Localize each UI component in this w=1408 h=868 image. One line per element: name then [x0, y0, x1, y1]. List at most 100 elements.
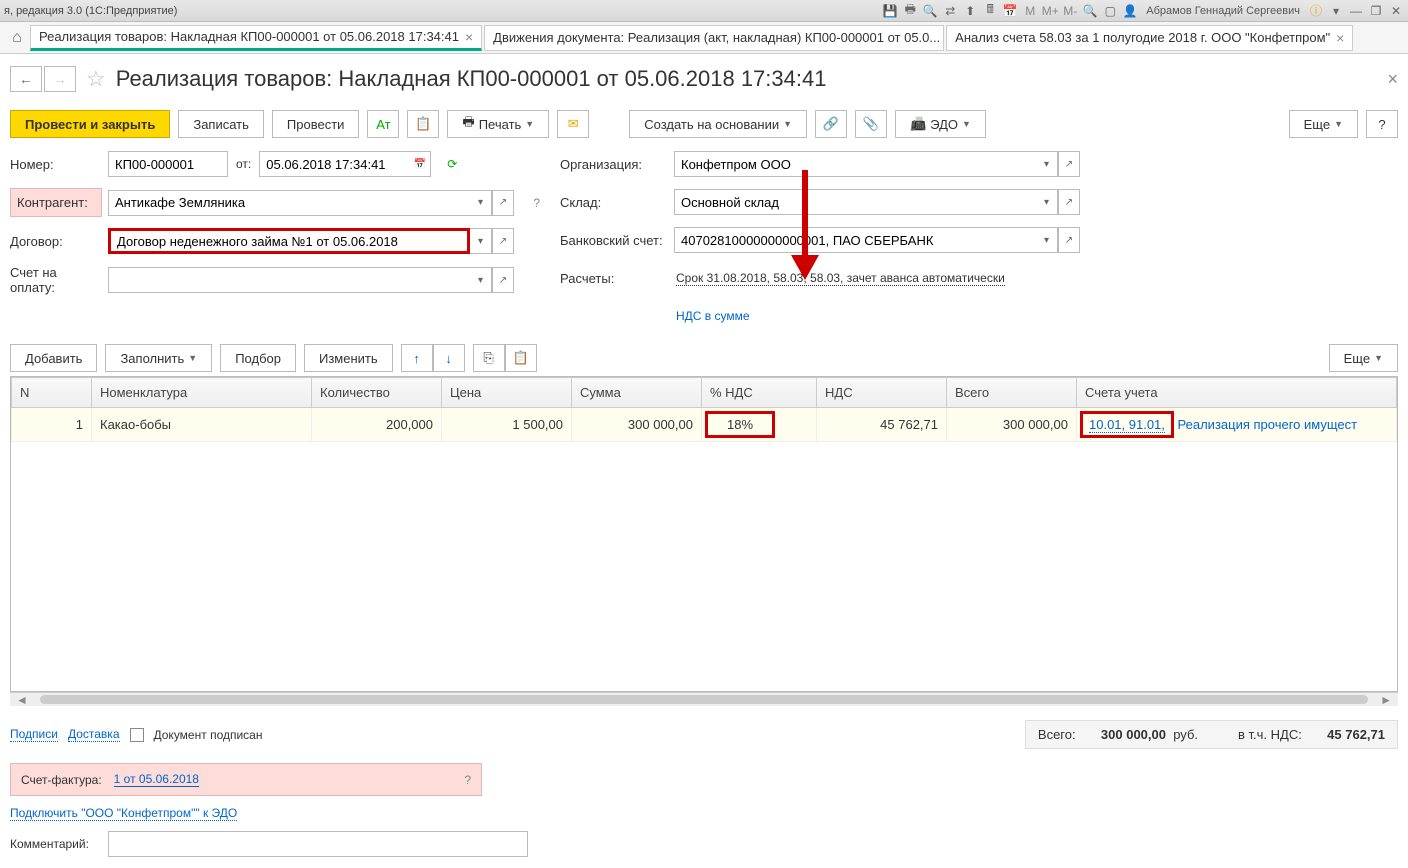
- calendar-icon[interactable]: 📅: [1002, 3, 1018, 19]
- col-price[interactable]: Цена: [442, 378, 572, 408]
- minimize-icon[interactable]: —: [1348, 3, 1364, 19]
- counterparty-input[interactable]: [108, 190, 470, 216]
- cell-nomen[interactable]: Какао-бобы: [92, 408, 312, 442]
- open-icon[interactable]: ↗: [492, 267, 514, 293]
- compare-icon[interactable]: ⇄: [942, 3, 958, 19]
- close-window-icon[interactable]: ✕: [1388, 3, 1404, 19]
- dropdown-icon[interactable]: ▾: [1036, 189, 1058, 215]
- open-icon[interactable]: ↗: [492, 228, 514, 254]
- col-sum[interactable]: Сумма: [572, 378, 702, 408]
- tab-close-icon[interactable]: ×: [465, 29, 473, 45]
- dropdown-icon[interactable]: ▾: [1036, 227, 1058, 253]
- change-button[interactable]: Изменить: [304, 344, 393, 372]
- open-icon[interactable]: ↗: [1058, 151, 1080, 177]
- dropdown-icon[interactable]: ▾: [1036, 151, 1058, 177]
- comment-input[interactable]: [108, 831, 528, 857]
- dropdown-icon[interactable]: ▾: [470, 267, 492, 293]
- structure-icon[interactable]: 📋: [407, 110, 439, 138]
- invoice-help-icon[interactable]: ?: [464, 773, 471, 787]
- nav-forward-button[interactable]: →: [44, 66, 76, 92]
- help-field-icon[interactable]: ?: [527, 196, 540, 210]
- refresh-icon[interactable]: ⟳: [437, 157, 457, 171]
- bank-input[interactable]: [674, 227, 1036, 253]
- paste-icon[interactable]: 📋: [505, 344, 537, 372]
- signatures-link[interactable]: Подписи: [10, 727, 58, 742]
- add-button[interactable]: Добавить: [10, 344, 97, 372]
- invoice-link[interactable]: 1 от 05.06.2018: [114, 772, 199, 787]
- col-qty[interactable]: Количество: [312, 378, 442, 408]
- col-accounts[interactable]: Счета учета: [1077, 378, 1397, 408]
- connect-edo-link[interactable]: Подключить "ООО "Конфетпром"" к ЭДО: [10, 806, 237, 821]
- number-input[interactable]: [108, 151, 228, 177]
- col-n[interactable]: N: [12, 378, 92, 408]
- warehouse-input[interactable]: [674, 189, 1036, 215]
- more-button[interactable]: Еще ▼: [1289, 110, 1358, 138]
- edo-button[interactable]: 📠 ЭДО ▼: [895, 110, 986, 138]
- doc-state-icon[interactable]: Ат: [367, 110, 399, 138]
- min-dropdown-icon[interactable]: ▾: [1328, 3, 1344, 19]
- nav-back-button[interactable]: ←: [10, 66, 42, 92]
- help-icon[interactable]: ?: [1366, 110, 1398, 138]
- calculator-icon[interactable]: 🖩: [982, 3, 998, 19]
- memory-mminus-icon[interactable]: M-: [1062, 3, 1078, 19]
- post-and-close-button[interactable]: Провести и закрыть: [10, 110, 170, 138]
- email-icon[interactable]: ✉: [557, 110, 589, 138]
- zoom-icon[interactable]: 🔍: [1082, 3, 1098, 19]
- tab-movements[interactable]: Движения документа: Реализация (акт, нак…: [484, 25, 944, 51]
- dropdown-icon[interactable]: ▾: [470, 228, 492, 254]
- select-button[interactable]: Подбор: [220, 344, 296, 372]
- print-icon[interactable]: 🖶: [902, 3, 918, 19]
- dropdown-icon[interactable]: ▾: [470, 190, 492, 216]
- calendar-picker-icon[interactable]: 📅: [409, 151, 431, 177]
- tab-realization[interactable]: Реализация товаров: Накладная КП00-00000…: [30, 25, 482, 51]
- maximize-icon[interactable]: ❐: [1368, 3, 1384, 19]
- tab-close-icon[interactable]: ×: [1336, 30, 1344, 46]
- save-button[interactable]: Записать: [178, 110, 264, 138]
- cell-pct-nds[interactable]: 18%: [702, 408, 817, 442]
- open-icon[interactable]: ↗: [1058, 227, 1080, 253]
- windows-icon[interactable]: ▢: [1102, 3, 1118, 19]
- cell-qty[interactable]: 200,000: [312, 408, 442, 442]
- table-more-button[interactable]: Еще ▼: [1329, 344, 1398, 372]
- col-nomen[interactable]: Номенклатура: [92, 378, 312, 408]
- tab-analysis[interactable]: Анализ счета 58.03 за 1 полугодие 2018 г…: [946, 25, 1353, 51]
- open-icon[interactable]: ↗: [492, 190, 514, 216]
- cell-nds[interactable]: 45 762,71: [817, 408, 947, 442]
- attachment-icon[interactable]: 📎: [855, 110, 887, 138]
- table-row[interactable]: 1 Какао-бобы 200,000 1 500,00 300 000,00…: [12, 408, 1397, 442]
- col-pct-nds[interactable]: % НДС: [702, 378, 817, 408]
- memory-mplus-icon[interactable]: M+: [1042, 3, 1058, 19]
- org-input[interactable]: [674, 151, 1036, 177]
- nds-link[interactable]: НДС в сумме: [676, 309, 750, 323]
- create-based-button[interactable]: Создать на основании ▼: [629, 110, 807, 138]
- cell-n[interactable]: 1: [12, 408, 92, 442]
- contract-input[interactable]: [108, 228, 470, 254]
- home-icon[interactable]: ⌂: [6, 27, 28, 49]
- cell-price[interactable]: 1 500,00: [442, 408, 572, 442]
- move-down-icon[interactable]: ↓: [433, 344, 465, 372]
- move-up-icon[interactable]: ↑: [401, 344, 433, 372]
- cell-sum[interactable]: 300 000,00: [572, 408, 702, 442]
- cell-accounts[interactable]: 10.01, 91.01, Реализация прочего имущест: [1077, 408, 1397, 442]
- preview-icon[interactable]: 🔍: [922, 3, 938, 19]
- fill-button[interactable]: Заполнить ▼: [105, 344, 212, 372]
- date-input[interactable]: [259, 151, 409, 177]
- info-icon[interactable]: ⓘ: [1308, 3, 1324, 19]
- favorite-icon[interactable]: ☆: [86, 66, 106, 92]
- open-icon[interactable]: ↗: [1058, 189, 1080, 215]
- calc-link[interactable]: Срок 31.08.2018, 58.03, 58.03, зачет ава…: [676, 271, 1005, 286]
- save-icon[interactable]: 💾: [882, 3, 898, 19]
- related-icon[interactable]: 🔗: [815, 110, 847, 138]
- doc-signed-checkbox[interactable]: [130, 728, 144, 742]
- col-nds[interactable]: НДС: [817, 378, 947, 408]
- copy-icon[interactable]: ⎘: [473, 344, 505, 372]
- memory-m-icon[interactable]: M: [1022, 3, 1038, 19]
- export-icon[interactable]: ⬆: [962, 3, 978, 19]
- close-page-icon[interactable]: ×: [1387, 69, 1398, 90]
- print-button[interactable]: 🖶 Печать ▼: [447, 110, 549, 138]
- cell-total[interactable]: 300 000,00: [947, 408, 1077, 442]
- horizontal-scrollbar[interactable]: ◄ ►: [10, 692, 1398, 706]
- invoice-pay-input[interactable]: [108, 267, 470, 293]
- post-button[interactable]: Провести: [272, 110, 360, 138]
- delivery-link[interactable]: Доставка: [68, 727, 120, 742]
